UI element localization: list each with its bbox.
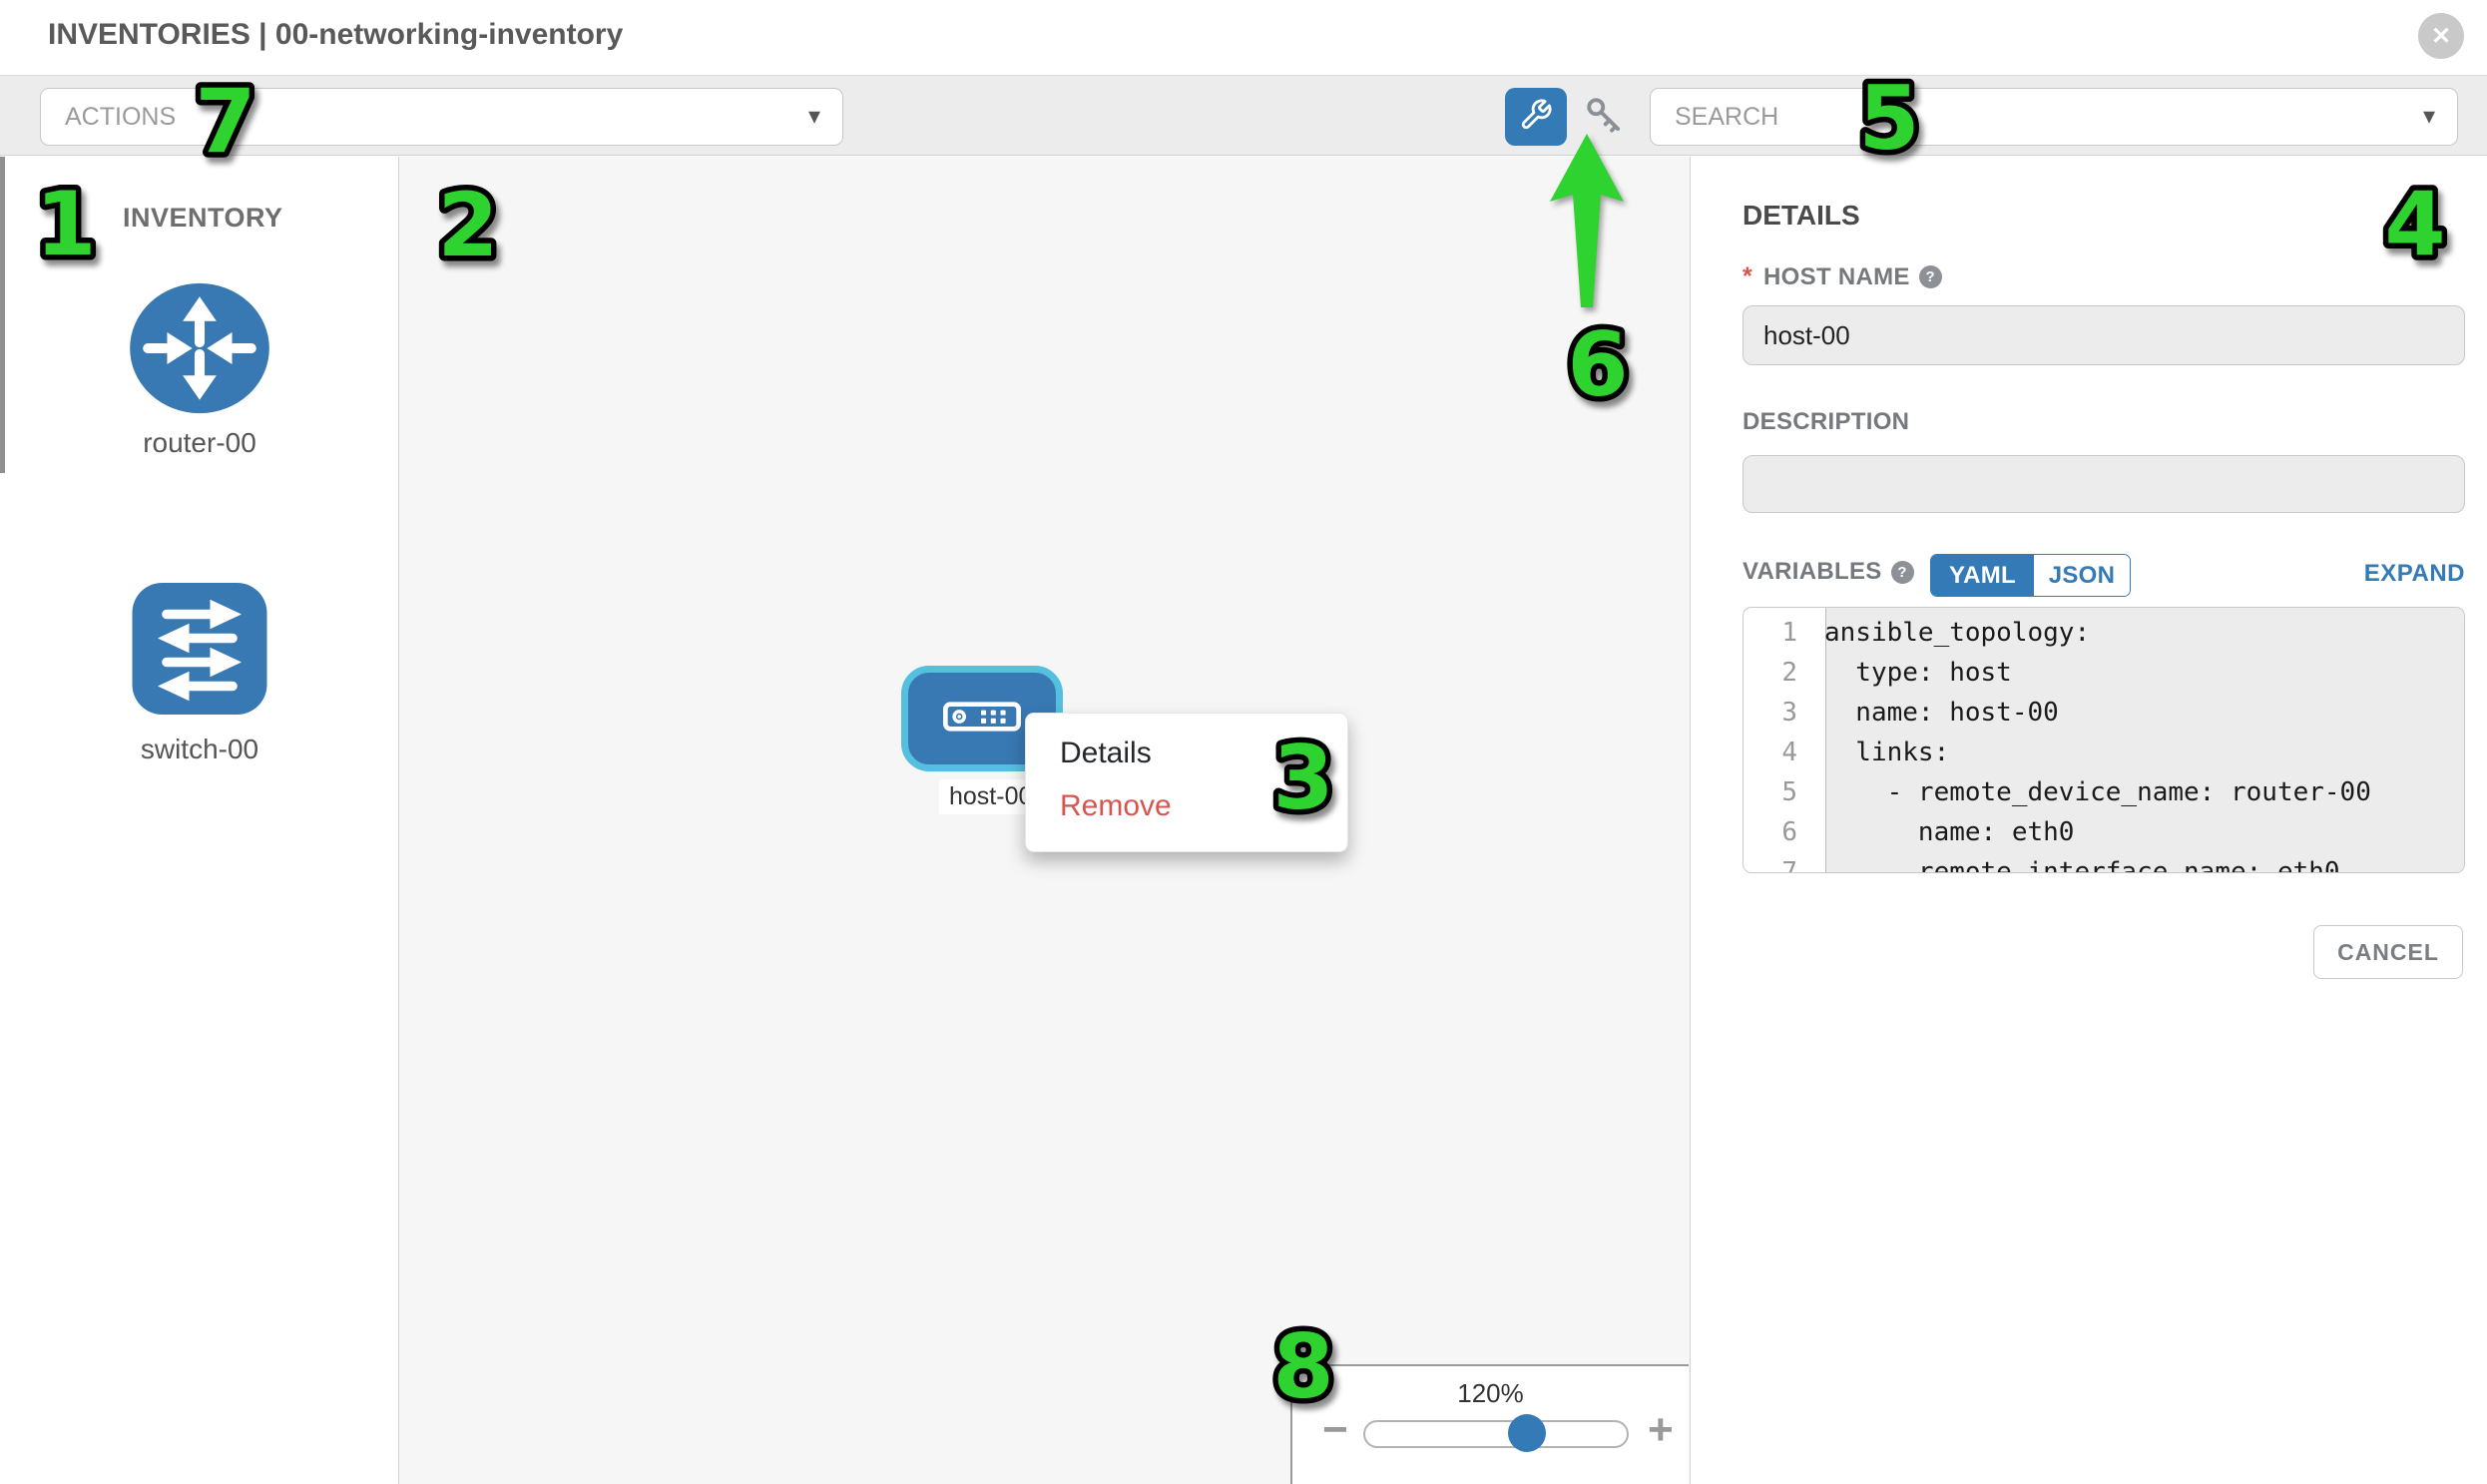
help-glyph: ? [1926, 268, 1935, 285]
code-text: ansible_topology: [1811, 613, 2090, 653]
app-header: INVENTORIES | 00-networking-inventory ✕ [0, 0, 2487, 75]
search-dropdown-label: SEARCH [1675, 89, 1778, 145]
key-icon [1584, 95, 1626, 142]
palette-item-label: switch-00 [0, 734, 399, 765]
chevron-down-icon: ▾ [808, 89, 820, 145]
chevron-down-icon: ▾ [2423, 89, 2435, 145]
inventory-sidebar: INVENTORY router-00 [0, 157, 399, 1484]
palette-item-router[interactable] [124, 277, 275, 424]
details-panel: DETAILS * HOST NAME ? DESCRIPTION VARIAB… [1691, 157, 2487, 1484]
code-text: name: host-00 [1811, 693, 2059, 733]
line-number: 5 [1743, 772, 1811, 812]
line-number: 2 [1743, 653, 1811, 693]
switch-icon [127, 708, 272, 725]
help-icon[interactable]: ? [1891, 561, 1914, 584]
zoom-out-button[interactable]: − [1322, 1408, 1348, 1452]
actions-dropdown-label: ACTIONS [65, 89, 176, 145]
line-number: 4 [1743, 733, 1811, 772]
zoom-slider-thumb[interactable] [1508, 1414, 1546, 1452]
zoom-level: 120% [1292, 1378, 1689, 1409]
help-glyph: ? [1897, 564, 1906, 581]
description-label: DESCRIPTION [1742, 408, 1909, 436]
code-text: links: [1811, 733, 1949, 772]
actions-dropdown[interactable]: ACTIONS ▾ [40, 88, 843, 146]
description-input[interactable] [1742, 455, 2465, 513]
host-name-label-row: * HOST NAME ? [1742, 262, 1942, 291]
palette-item-label: router-00 [0, 427, 399, 459]
help-icon[interactable]: ? [1919, 265, 1942, 288]
code-line: 4 links: [1743, 733, 2464, 772]
router-icon [124, 406, 275, 423]
code-text: type: host [1811, 653, 2012, 693]
context-menu: Details Remove [1025, 713, 1348, 852]
code-line: 6 name: eth0 [1743, 812, 2464, 852]
code-text: - remote_device_name: router-00 [1811, 772, 2371, 812]
page-title: INVENTORIES | 00-networking-inventory [48, 18, 623, 52]
scrollbar[interactable] [0, 157, 5, 473]
variables-row: VARIABLES ? YAML JSON EXPAND [1742, 558, 2465, 586]
tab-yaml[interactable]: YAML [1931, 555, 2034, 596]
zoom-in-button[interactable]: + [1648, 1408, 1674, 1452]
code-text: remote_interface_name: eth0 [1811, 852, 2340, 873]
code-text: name: eth0 [1811, 812, 2074, 852]
palette-item-switch[interactable] [127, 577, 272, 726]
variables-label: VARIABLES [1742, 558, 1882, 586]
menu-item-details[interactable]: Details [1026, 727, 1347, 779]
description-label-row: DESCRIPTION [1742, 408, 1909, 436]
line-number: 1 [1743, 613, 1811, 653]
code-line: 7 remote_interface_name: eth0 [1743, 852, 2464, 873]
required-asterisk: * [1742, 262, 1752, 291]
host-name-label: HOST NAME [1763, 263, 1910, 291]
toolbar: ACTIONS ▾ SEARCH ▾ [0, 75, 2487, 156]
wrench-icon [1519, 98, 1553, 137]
close-glyph: ✕ [2431, 22, 2451, 51]
tools-button[interactable] [1505, 88, 1567, 146]
panel-heading: DETAILS [1742, 200, 1860, 232]
expand-link[interactable]: EXPAND [2364, 560, 2465, 588]
variables-format-toggle: YAML JSON [1930, 554, 2131, 597]
line-number: 7 [1743, 852, 1811, 873]
key-button[interactable] [1583, 96, 1627, 140]
cancel-button[interactable]: CANCEL [2313, 925, 2463, 979]
close-icon[interactable]: ✕ [2418, 13, 2464, 59]
code-line: 3 name: host-00 [1743, 693, 2464, 733]
host-name-input[interactable] [1742, 305, 2465, 365]
menu-item-remove[interactable]: Remove [1026, 779, 1347, 832]
line-number: 3 [1743, 693, 1811, 733]
code-line: 5 - remote_device_name: router-00 [1743, 772, 2464, 812]
variables-code-editor[interactable]: 1 ansible_topology: 2 type: host 3 name:… [1742, 607, 2465, 873]
host-icon [943, 702, 1021, 737]
zoom-control: 120% − + [1290, 1364, 1689, 1484]
code-line: 2 type: host [1743, 653, 2464, 693]
search-dropdown[interactable]: SEARCH ▾ [1650, 88, 2458, 146]
sidebar-heading: INVENTORY [123, 203, 283, 234]
line-number: 6 [1743, 812, 1811, 852]
inventory-topology-screen: INVENTORIES | 00-networking-inventory ✕ … [0, 0, 2487, 1484]
tab-json[interactable]: JSON [2034, 555, 2130, 596]
zoom-slider[interactable] [1363, 1420, 1629, 1448]
code-line: 1 ansible_topology: [1743, 613, 2464, 653]
